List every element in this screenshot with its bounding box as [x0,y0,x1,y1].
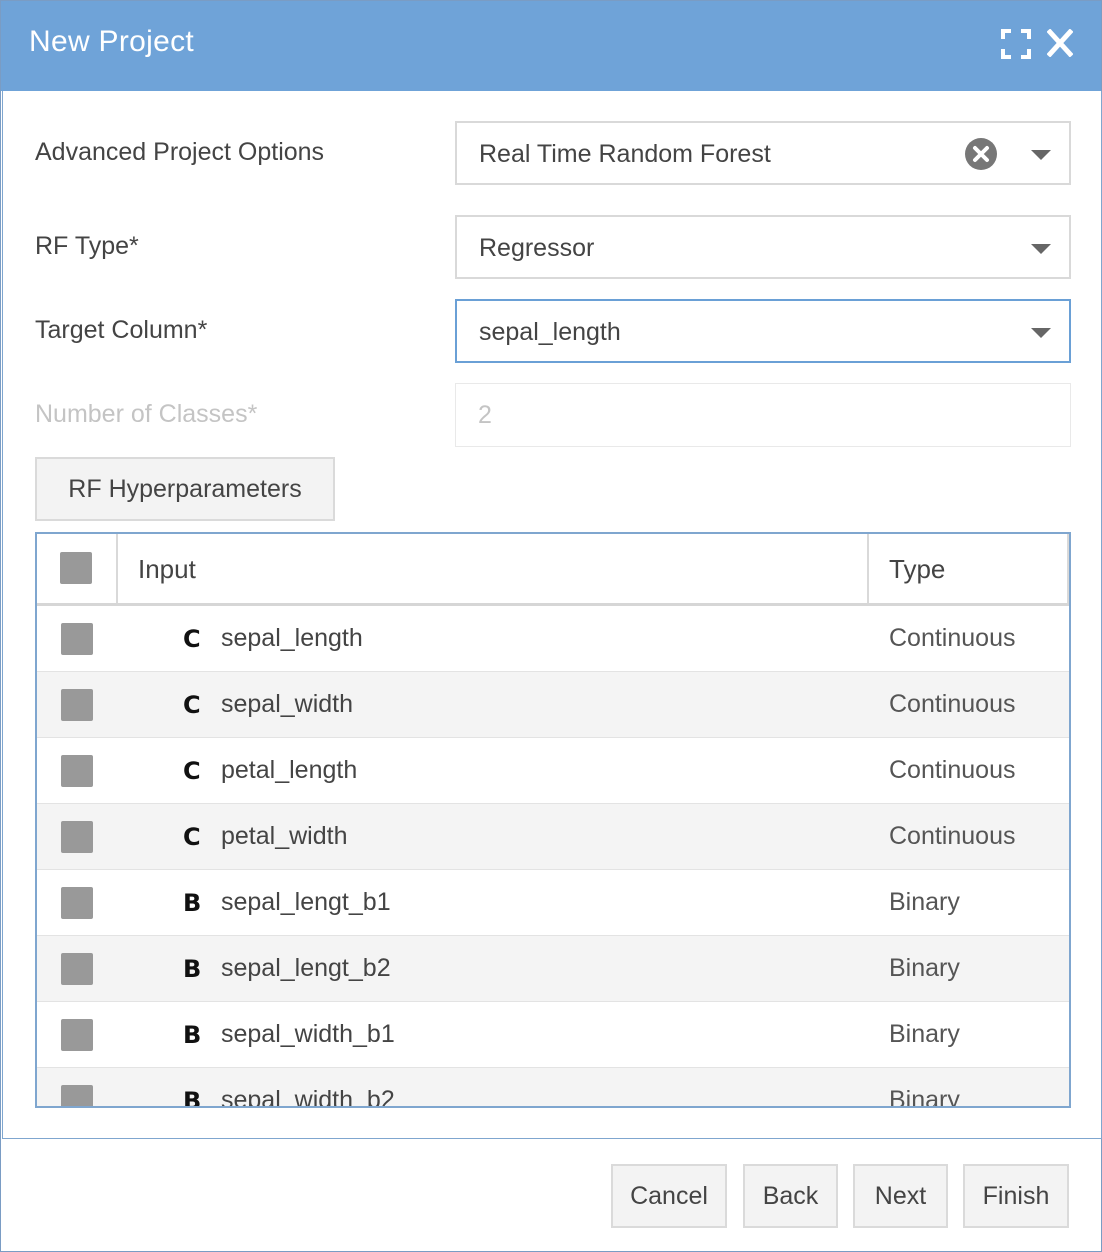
binary-type-icon: B [183,889,202,917]
dialog-titlebar[interactable]: New Project [1,1,1101,91]
next-button[interactable]: Next [853,1164,948,1228]
rf-type-label: RF Type* [35,232,139,260]
rf-type-select[interactable]: Regressor [455,215,1071,279]
back-button[interactable]: Back [743,1164,838,1228]
maximize-icon[interactable] [1001,29,1031,59]
column-name: petal_width [221,822,348,850]
row-checkbox[interactable] [61,1085,93,1106]
chevron-down-icon [1031,328,1051,338]
table-row[interactable]: B sepal_lengt_b1 Binary [37,870,1069,936]
binary-type-icon: B [183,955,202,983]
table-row[interactable]: C sepal_length Continuous [37,606,1069,672]
advanced-options-value: Real Time Random Forest [479,140,771,168]
column-name: petal_length [221,756,358,784]
select-all-checkbox[interactable] [60,552,92,584]
target-column-value: sepal_length [479,318,621,346]
column-type: Binary [889,954,960,982]
column-name: sepal_lengt_b2 [221,954,391,982]
column-type: Continuous [889,624,1016,652]
column-type: Binary [889,1086,960,1108]
binary-type-icon: B [183,1087,202,1108]
column-type: Continuous [889,690,1016,718]
column-type: Continuous [889,756,1016,784]
column-name: sepal_width_b2 [221,1086,395,1108]
column-type: Binary [889,1020,960,1048]
row-checkbox[interactable] [61,755,93,787]
header-type-label: Type [889,554,946,584]
number-of-classes-input: 2 [455,383,1071,447]
row-checkbox[interactable] [61,953,93,985]
clear-selection-icon[interactable] [965,138,997,170]
rf-hyperparameters-button[interactable]: RF Hyperparameters [35,457,335,521]
column-name: sepal_lengt_b1 [221,888,391,916]
cancel-button[interactable]: Cancel [611,1164,727,1228]
number-of-classes-label: Number of Classes* [35,400,258,428]
column-type: Binary [889,888,960,916]
continuous-type-icon: C [183,625,201,653]
number-of-classes-value: 2 [478,401,492,429]
chevron-down-icon [1031,150,1051,160]
column-name: sepal_length [221,624,363,652]
dialog-title: New Project [29,25,195,58]
rf-type-value: Regressor [479,234,595,262]
binary-type-icon: B [183,1021,202,1049]
table-row[interactable]: B sepal_width_b1 Binary [37,1002,1069,1068]
header-input-label: Input [138,554,196,584]
row-checkbox[interactable] [61,1019,93,1051]
row-checkbox[interactable] [61,821,93,853]
chevron-down-icon [1031,244,1051,254]
table-row[interactable]: C sepal_width Continuous [37,672,1069,738]
advanced-options-select[interactable]: Real Time Random Forest [455,121,1071,185]
grid-rows: C sepal_length Continuous C sepal_width … [37,606,1069,1108]
continuous-type-icon: C [183,757,201,785]
table-row[interactable]: B sepal_lengt_b2 Binary [37,936,1069,1002]
target-column-label: Target Column* [35,316,208,344]
row-checkbox[interactable] [61,623,93,655]
continuous-type-icon: C [183,823,201,851]
column-name: sepal_width_b1 [221,1020,395,1048]
finish-button[interactable]: Finish [963,1164,1069,1228]
header-select-cell [37,534,118,603]
dialog-content: Advanced Project Options Real Time Rando… [2,91,1102,1139]
continuous-type-icon: C [183,691,201,719]
new-project-dialog: New Project Advanced Project Options Rea… [0,0,1102,1252]
grid-header: Input Type [37,534,1069,606]
column-type: Continuous [889,822,1016,850]
row-checkbox[interactable] [61,887,93,919]
advanced-options-label: Advanced Project Options [35,138,325,166]
table-row[interactable]: C petal_length Continuous [37,738,1069,804]
column-name: sepal_width [221,690,354,718]
target-column-select[interactable]: sepal_length [455,299,1071,363]
table-row[interactable]: B sepal_width_b2 Binary [37,1068,1069,1108]
header-type-cell[interactable]: Type [869,534,1069,603]
row-checkbox[interactable] [61,689,93,721]
header-input-cell[interactable]: Input [118,534,869,603]
input-columns-grid: Input Type C sepal_length Continuous C s… [35,532,1071,1108]
close-icon[interactable] [1046,28,1074,58]
table-row[interactable]: C petal_width Continuous [37,804,1069,870]
